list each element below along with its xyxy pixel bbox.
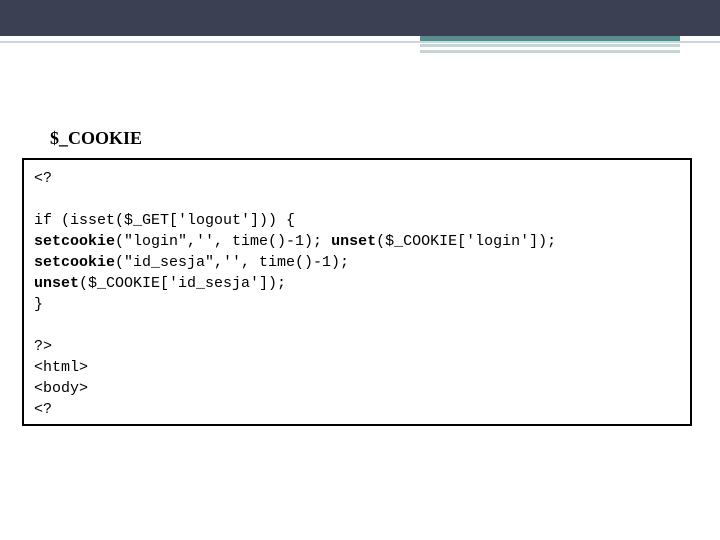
slide-accent-lines — [420, 36, 680, 56]
code-keyword: unset — [331, 233, 376, 250]
code-text: ($_COOKIE['id_sesja']); — [79, 275, 286, 292]
code-keyword: setcookie — [34, 254, 115, 271]
slide-top-bar — [0, 0, 720, 36]
slide-heading: $_COOKIE — [50, 128, 142, 149]
code-line: if (isset($_GET['logout'])) { — [34, 212, 295, 229]
code-line: } — [34, 296, 43, 313]
code-block: <? if (isset($_GET['logout'])) { setcook… — [22, 158, 692, 426]
code-text: ("login",'', time()-1); — [115, 233, 331, 250]
code-keyword: setcookie — [34, 233, 115, 250]
code-line: <html> — [34, 359, 88, 376]
code-line: <body> — [34, 380, 88, 397]
code-text: ($_COOKIE['login']); — [376, 233, 556, 250]
code-line: <? — [34, 401, 52, 418]
code-text: ("id_sesja",'', time()-1); — [115, 254, 349, 271]
code-line: ?> — [34, 338, 52, 355]
code-line: <? — [34, 170, 52, 187]
code-keyword: unset — [34, 275, 79, 292]
